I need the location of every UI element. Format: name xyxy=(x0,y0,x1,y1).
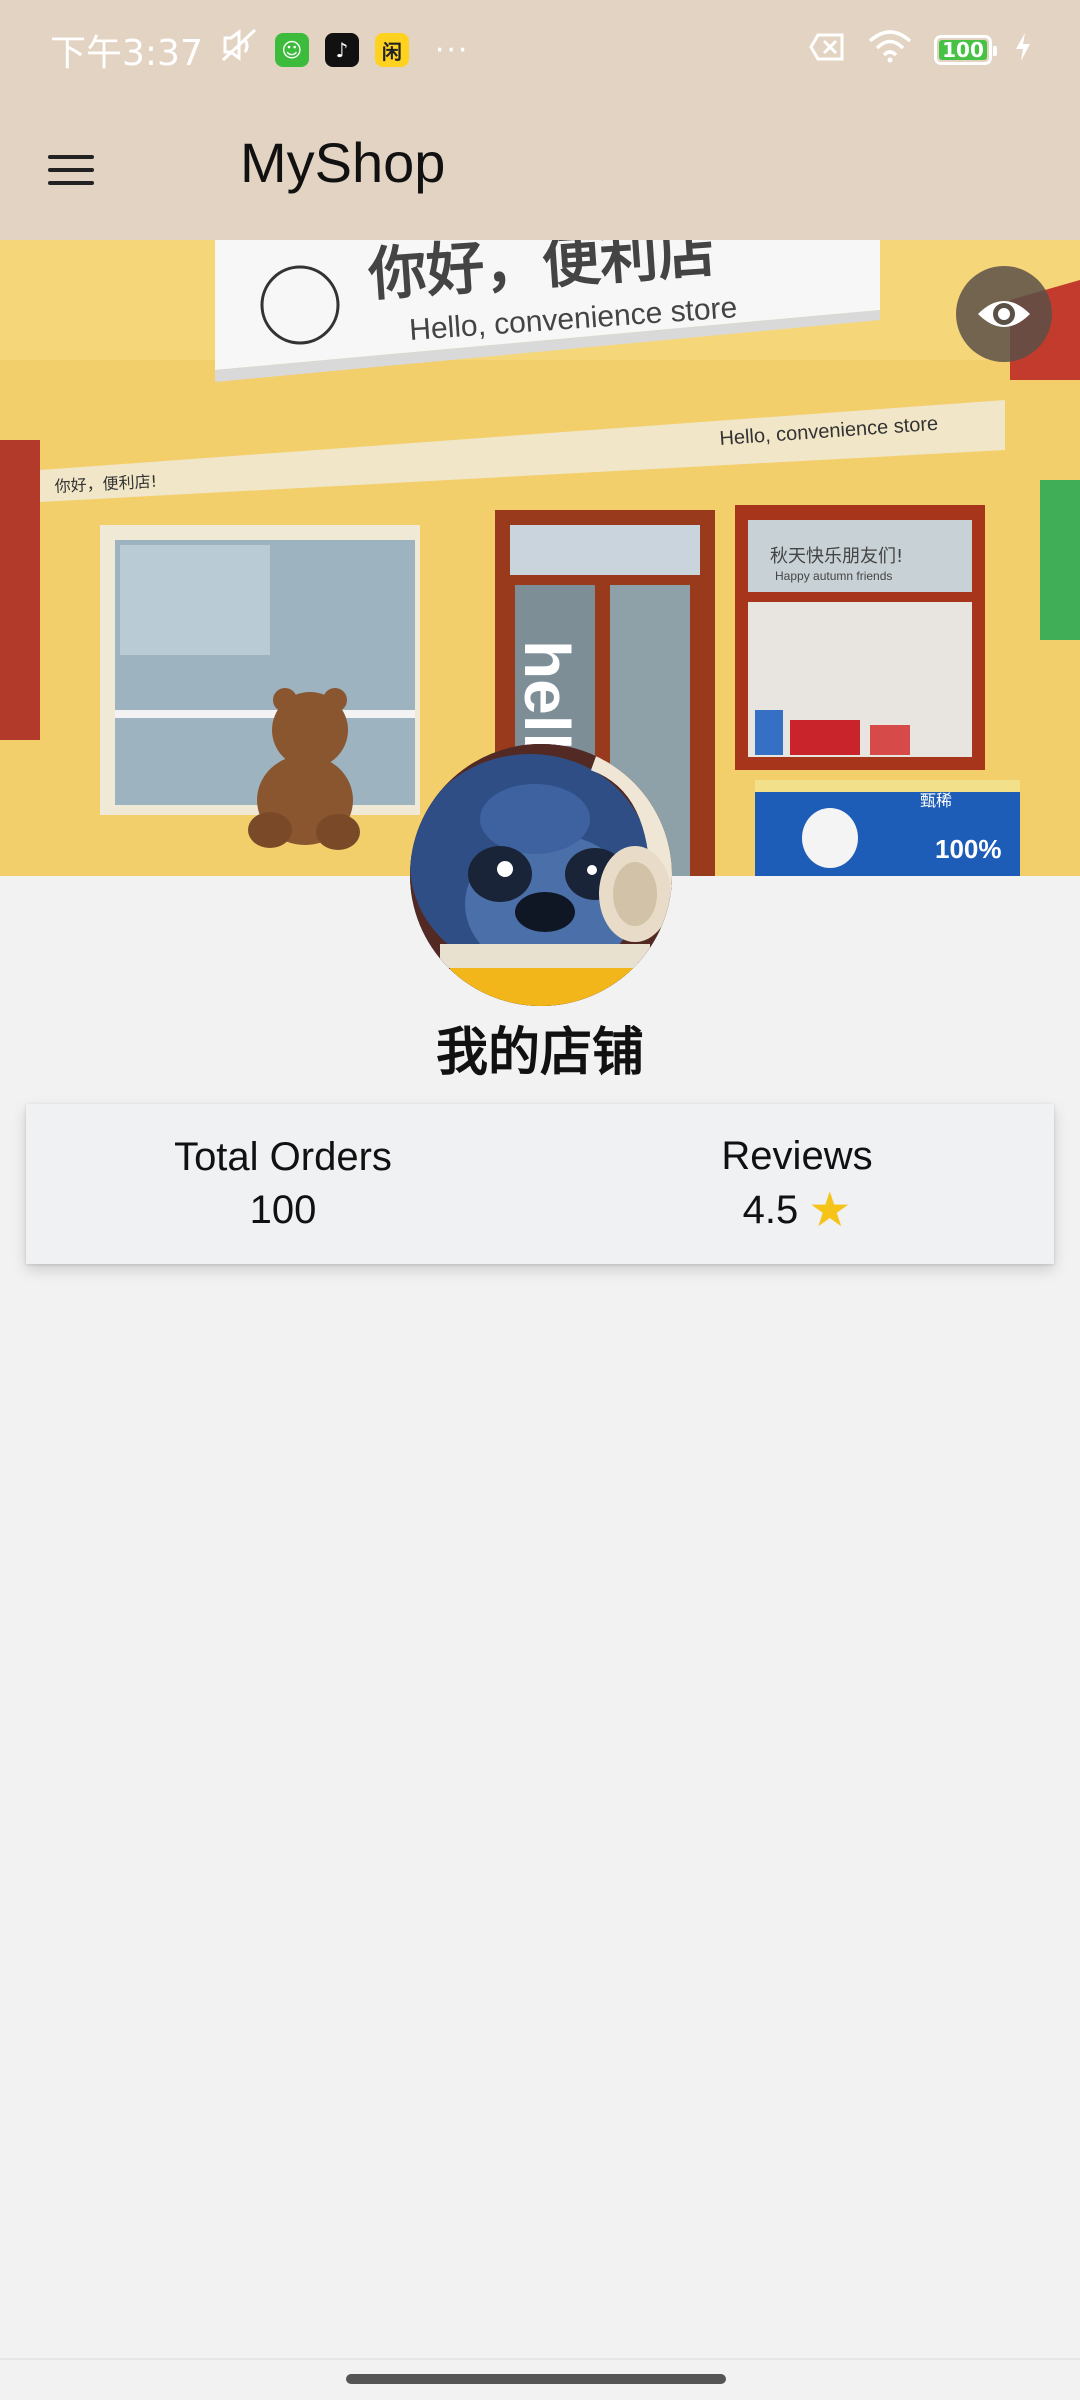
freezer-brand: 甄稀 xyxy=(920,791,952,810)
home-indicator[interactable] xyxy=(346,2374,726,2384)
total-orders-label: Total Orders xyxy=(174,1135,392,1179)
total-orders-value: 100 xyxy=(250,1188,317,1233)
avatar[interactable] xyxy=(410,744,672,1006)
status-bar: 下午3:37 ☺ ♪ 闲 ··· 100 xyxy=(0,0,1080,100)
app-bar: MyShop xyxy=(0,100,1080,240)
battery-level: 100 xyxy=(942,38,984,62)
hamburger-menu-icon[interactable] xyxy=(38,140,108,200)
wifi-icon xyxy=(868,29,912,72)
mute-icon xyxy=(219,28,259,73)
total-orders-stat[interactable]: Total Orders 100 xyxy=(26,1104,540,1264)
battery-icon: 100 xyxy=(934,35,997,65)
door-text: hell xyxy=(511,640,583,750)
stats-card: Total Orders 100 Reviews 4.5 ★ xyxy=(26,1104,1054,1264)
status-left: 下午3:37 ☺ ♪ 闲 ··· xyxy=(50,24,469,76)
wechat-app-icon: ☺ xyxy=(274,33,309,67)
total-orders-number: 100 xyxy=(249,1188,317,1232)
more-notifications-icon: ··· xyxy=(434,32,470,68)
window-sign-sub: Happy autumn friends xyxy=(775,569,892,583)
xianyu-app-icon: 闲 xyxy=(374,33,409,67)
freezer-text: 100% xyxy=(935,834,1002,864)
star-icon: ★ xyxy=(808,1183,852,1237)
reviews-rating: 4.5 xyxy=(742,1188,799,1232)
reviews-stat[interactable]: Reviews 4.5 ★ xyxy=(540,1104,1054,1264)
status-right: 100 xyxy=(808,29,1032,72)
shop-name: 我的店铺 xyxy=(435,1023,644,1083)
status-time: 下午3:37 xyxy=(50,33,203,74)
reviews-label: Reviews xyxy=(721,1133,873,1178)
window-sign: 秋天快乐朋友们! xyxy=(770,546,903,567)
reviews-value: 4.5 ★ xyxy=(742,1183,852,1237)
charging-icon xyxy=(1014,30,1032,71)
app-title: MyShop xyxy=(240,131,446,194)
tiktok-app-icon: ♪ xyxy=(324,33,359,67)
sim-off-icon xyxy=(808,30,846,71)
eye-icon[interactable] xyxy=(956,266,1052,362)
nav-divider xyxy=(0,2358,1080,2360)
